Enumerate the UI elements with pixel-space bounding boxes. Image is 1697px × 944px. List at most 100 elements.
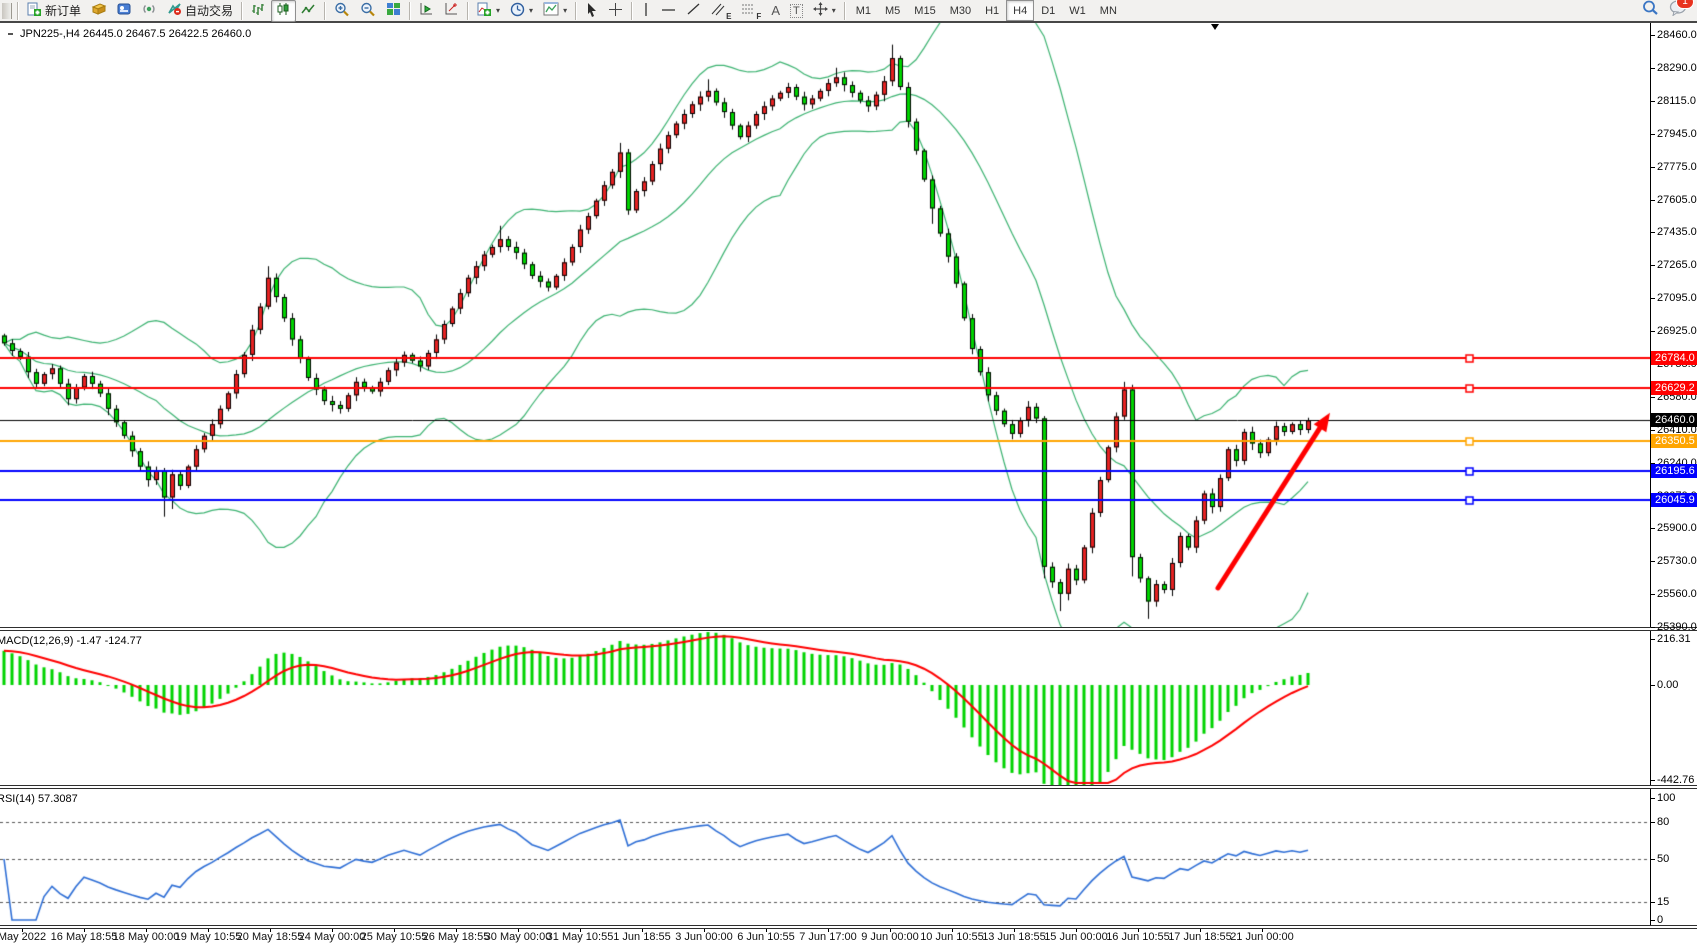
macd-axis[interactable]: 216.310.00-442.76	[1650, 631, 1697, 785]
time-tick	[332, 929, 333, 932]
zoom-out-button[interactable]	[355, 0, 381, 22]
timeframe-W1[interactable]: W1	[1062, 0, 1093, 21]
time-label: 17 Jun 18:55	[1168, 931, 1232, 943]
macd-tick: 0.00	[1651, 679, 1678, 692]
time-tick	[22, 929, 23, 932]
broadcast-button[interactable]	[137, 0, 162, 22]
new-order-label: 新订单	[45, 2, 81, 19]
timeframe-H1[interactable]: H1	[978, 0, 1006, 21]
hline-price-badge: 26350.5	[1651, 434, 1697, 448]
bar-chart-icon	[251, 2, 266, 19]
search-icon[interactable]	[1642, 0, 1659, 21]
tile-windows-button[interactable]	[381, 0, 406, 22]
rsi-label: RSI(14) 57.3087	[0, 793, 78, 805]
rsi-canvas[interactable]	[0, 789, 1650, 925]
time-label: 15 Jun 00:00	[1044, 931, 1108, 943]
timeframe-M15[interactable]: M15	[907, 0, 942, 21]
auto-scroll-button[interactable]	[439, 0, 464, 22]
symbol-ohlc-label: JPN225-,H4 26445.0 26467.5 26422.5 26460…	[20, 28, 251, 40]
candlestick-canvas[interactable]	[0, 23, 1650, 627]
horizontal-line-icon	[661, 4, 676, 18]
timeframe-M30[interactable]: M30	[943, 0, 978, 21]
time-label: 16 Jun 10:55	[1106, 931, 1170, 943]
time-label: May 2022	[0, 931, 46, 943]
rsi-axis[interactable]: 1008050150	[1650, 789, 1697, 925]
zoom-in-button[interactable]	[329, 0, 355, 22]
time-axis[interactable]: May 202216 May 18:5518 May 00:0019 May 1…	[0, 929, 1650, 944]
macd-canvas[interactable]	[0, 631, 1650, 785]
time-label: 9 Jun 00:00	[861, 931, 919, 943]
time-tick	[766, 929, 767, 932]
macd-tick: -442.76	[1651, 774, 1694, 787]
rsi-tick: 100	[1651, 792, 1675, 805]
rsi-tick: 50	[1651, 853, 1669, 866]
time-tick	[208, 929, 209, 932]
time-label: 6 Jun 10:55	[737, 931, 795, 943]
hline-price-badge: 26629.2	[1651, 381, 1697, 395]
main-chart-row: JPN225-,H4 26445.0 26467.5 26422.5 26460…	[0, 23, 1697, 627]
data-window-button[interactable]	[112, 0, 137, 22]
market-watch-button[interactable]	[86, 0, 112, 22]
rsi-row: RSI(14) 57.3087 1008050150	[0, 789, 1697, 925]
timeframe-D1[interactable]: D1	[1034, 0, 1062, 21]
timeframe-M5[interactable]: M5	[878, 0, 907, 21]
chat-button[interactable]: 1	[1669, 0, 1687, 21]
fibonacci-letter: F	[756, 12, 761, 21]
vertical-line-tool-button[interactable]	[636, 0, 656, 22]
trendline-tool-button[interactable]	[681, 0, 706, 22]
text-tool-button[interactable]: A	[766, 0, 785, 22]
zoom-in-icon	[334, 2, 350, 20]
crosshair-button[interactable]	[603, 0, 628, 22]
indicators-button[interactable]: ▾	[472, 0, 505, 22]
chart-shift-marker[interactable]	[1211, 24, 1219, 30]
templates-button[interactable]: ▾	[538, 0, 572, 22]
rsi-tick: 15	[1651, 896, 1669, 909]
price-tick: 28290.0	[1651, 62, 1697, 75]
timeframe-M1[interactable]: M1	[849, 0, 878, 21]
auto-trading-button[interactable]: 自动交易	[162, 0, 238, 22]
data-window-icon	[117, 2, 132, 19]
fibonacci-icon	[741, 2, 755, 19]
auto-trading-icon	[167, 2, 182, 19]
equidistant-channel-icon	[711, 2, 725, 19]
periods-button[interactable]: ▾	[505, 0, 538, 22]
new-order-icon	[27, 2, 42, 20]
time-label: 31 May 10:55	[547, 931, 614, 943]
time-tick	[1200, 929, 1201, 932]
price-axis[interactable]: 28460.028290.028115.027945.027775.027605…	[1650, 23, 1697, 627]
time-tick	[270, 929, 271, 932]
clipped-toolbar-icon	[2, 3, 12, 19]
zoom-out-icon	[360, 2, 376, 20]
fibonacci-tool-button[interactable]: F	[736, 0, 766, 22]
price-tick: 27435.0	[1651, 226, 1697, 239]
hline-price-badge: 26784.0	[1651, 351, 1697, 365]
time-tick	[828, 929, 829, 932]
cursor-button[interactable]	[580, 0, 603, 22]
macd-plot[interactable]: MACD(12,26,9) -1.47 -124.77	[0, 631, 1650, 785]
main-chart-plot[interactable]: JPN225-,H4 26445.0 26467.5 26422.5 26460…	[0, 23, 1650, 627]
time-label: 25 May 10:55	[361, 931, 428, 943]
bar-chart-button[interactable]	[246, 0, 271, 22]
chart-shift-button[interactable]	[414, 0, 439, 22]
time-tick	[1076, 929, 1077, 932]
window-dash-icon	[8, 33, 13, 35]
line-chart-button[interactable]	[296, 0, 321, 22]
vertical-line-icon	[641, 2, 651, 20]
text-label-tool-button[interactable]: T	[785, 0, 808, 22]
horizontal-line-tool-button[interactable]	[656, 0, 681, 22]
auto-scroll-icon	[444, 2, 459, 19]
new-order-button[interactable]: 新订单	[22, 0, 86, 22]
time-tick	[146, 929, 147, 932]
text-icon: A	[771, 3, 780, 18]
rsi-plot[interactable]: RSI(14) 57.3087	[0, 789, 1650, 925]
timeframe-MN[interactable]: MN	[1093, 0, 1124, 21]
macd-label: MACD(12,26,9) -1.47 -124.77	[0, 635, 142, 647]
timeframe-H4[interactable]: H4	[1006, 0, 1034, 21]
candlestick-chart-button[interactable]	[271, 0, 296, 22]
indicators-icon	[477, 2, 492, 20]
equidistant-channel-tool-button[interactable]: E	[706, 0, 736, 22]
arrows-tool-button[interactable]: ▾	[808, 0, 841, 22]
price-tick: 27095.0	[1651, 292, 1697, 305]
time-axis-row: May 202216 May 18:5518 May 00:0019 May 1…	[0, 929, 1697, 944]
line-chart-icon	[301, 2, 316, 19]
